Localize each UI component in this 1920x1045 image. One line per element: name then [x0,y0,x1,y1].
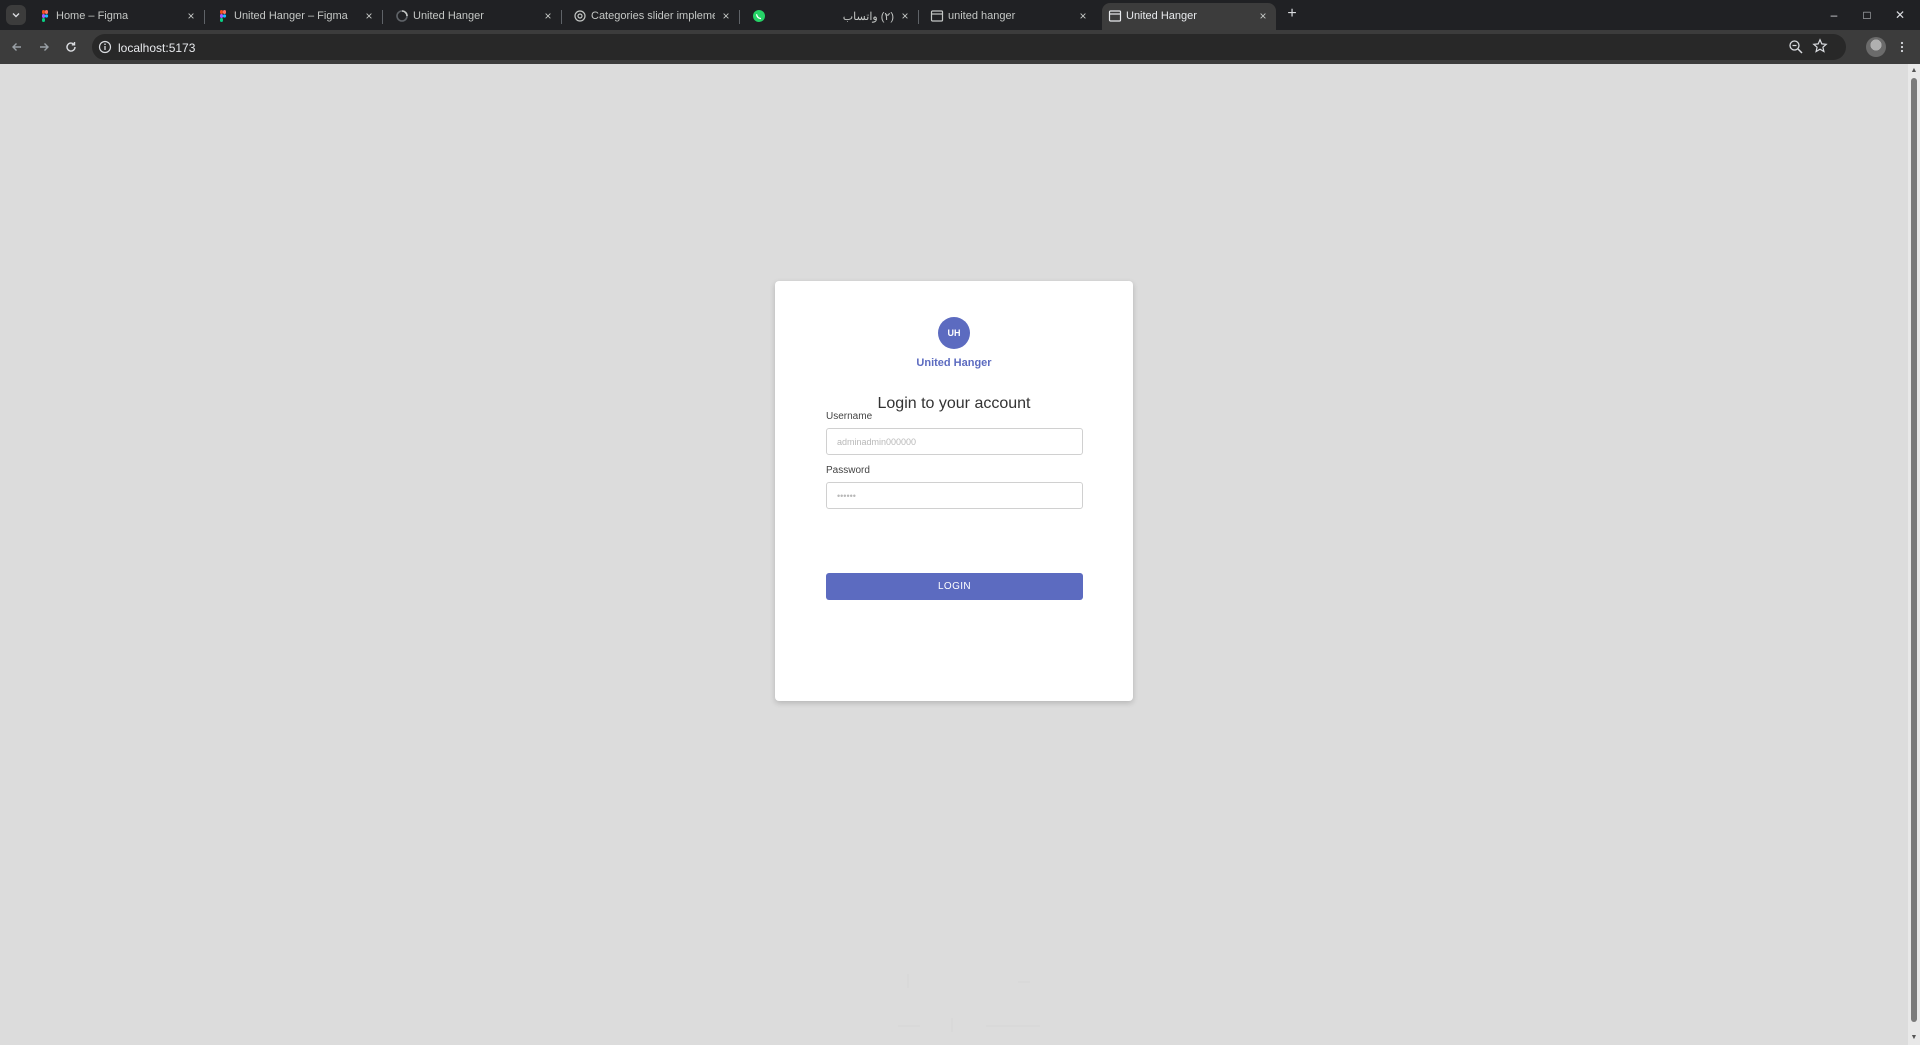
ghost-artifact [907,974,1030,988]
tab-separator [739,10,740,24]
scroll-up-arrow-icon[interactable]: ▲ [1908,66,1920,76]
scroll-down-arrow-icon[interactable]: ▼ [1908,1033,1920,1043]
login-card: UH United Hanger Login to your account U… [775,281,1133,701]
brand-logo: UH [938,317,970,349]
url-text[interactable]: localhost:5173 [118,41,195,55]
tab-title: United Hanger [1126,10,1197,22]
tab-united-hanger-active[interactable]: United Hanger × [1102,3,1276,30]
tab-united-hanger-loading[interactable]: United Hanger × [389,3,562,30]
loading-spinner-icon [396,10,408,22]
openai-icon [574,10,586,22]
tab-strip: Home – Figma × United Hanger – Figma × U… [0,0,1920,30]
close-icon[interactable]: × [362,9,376,23]
arrow-left-icon [12,43,21,51]
figma-icon [42,10,49,22]
tab-categories-slider[interactable]: Categories slider implementati × [567,3,740,30]
tab-search-button[interactable] [6,5,26,25]
reload-button[interactable] [61,37,81,57]
page-icon [1108,10,1122,22]
close-icon[interactable]: × [1256,9,1270,23]
forward-button[interactable] [34,37,54,57]
scrollbar-thumb[interactable] [1911,78,1917,1022]
password-label: Password [826,465,870,476]
site-info-icon[interactable] [98,40,112,54]
tab-separator [204,10,205,24]
tab-title: united hanger [948,10,1016,22]
close-icon[interactable]: × [719,9,733,23]
username-input[interactable] [826,428,1083,455]
reload-icon [66,42,76,52]
tab-title: Home – Figma [56,10,129,22]
close-icon[interactable]: × [898,9,912,23]
tab-united-hanger-figma[interactable]: United Hanger – Figma × [210,3,383,30]
tab-separator [561,10,562,24]
tab-title: (٢) واتساب [842,11,894,23]
close-icon[interactable]: × [184,9,198,23]
maximize-button[interactable]: □ [1853,4,1881,26]
tab-united-hanger-lower[interactable]: united hanger × [924,3,1096,30]
tab-separator [382,10,383,24]
tab-title: United Hanger – Figma [234,10,348,22]
tab-whatsapp[interactable]: (٢) واتساب × [746,3,919,30]
page-scrollbar[interactable]: ▲ ▼ [1908,64,1920,1045]
username-label: Username [826,411,873,422]
browser-toolbar: localhost:5173 [0,30,1920,64]
address-bar[interactable]: localhost:5173 [92,34,1846,60]
new-tab-button[interactable]: + [1282,5,1302,25]
chevron-down-icon [12,13,20,18]
tab-title: United Hanger [413,10,484,22]
bookmark-star-icon[interactable] [1812,38,1828,54]
close-icon[interactable]: × [541,9,555,23]
ghost-artifact [898,1018,1040,1032]
password-input[interactable] [826,482,1083,509]
whatsapp-icon [753,10,765,22]
figma-icon [220,10,227,22]
back-button[interactable] [7,37,27,57]
login-button[interactable]: LOGIN [826,573,1083,600]
more-vertical-icon [1900,41,1904,53]
tab-title: Categories slider implementati [591,10,715,22]
browser-menu-button[interactable] [1896,37,1908,57]
tab-home-figma[interactable]: Home – Figma × [32,3,205,30]
brand-name: United Hanger [916,357,992,369]
zoom-icon[interactable] [1788,39,1804,55]
tab-separator [918,10,919,24]
minimize-button[interactable]: – [1820,4,1848,26]
window-close-button[interactable]: ✕ [1886,4,1914,26]
arrow-right-icon [40,43,49,51]
page-icon [930,10,944,22]
close-icon[interactable]: × [1076,9,1090,23]
profile-avatar[interactable] [1866,37,1886,57]
